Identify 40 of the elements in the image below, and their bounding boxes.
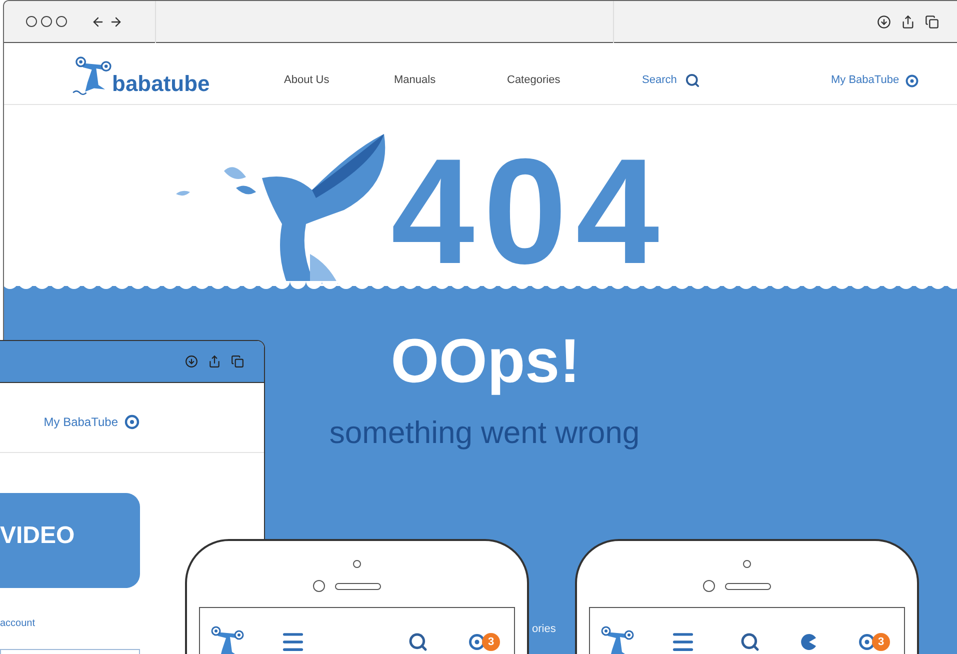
phone-sensor: [743, 560, 751, 568]
nav-link[interactable]: Categories: [507, 58, 642, 89]
phone-sensor: [353, 560, 361, 568]
video-button[interactable]: VIDEO: [0, 493, 140, 588]
account-link[interactable]: My BabaTube: [831, 58, 941, 89]
phone-speaker: [725, 582, 771, 590]
logo-text[interactable]: babatube: [112, 72, 210, 94]
download-icon[interactable]: [877, 14, 891, 28]
search-icon[interactable]: [684, 73, 700, 88]
nav-link[interactable]: Manuals: [394, 58, 507, 89]
back-icon[interactable]: [91, 14, 105, 28]
account-icon: [858, 633, 876, 651]
window-control[interactable]: [41, 16, 52, 27]
tabs-icon[interactable]: [925, 14, 939, 28]
share-icon[interactable]: [901, 14, 915, 28]
window-control[interactable]: [26, 16, 37, 27]
phone-camera: [703, 580, 715, 592]
search-icon[interactable]: [408, 632, 428, 652]
notification-badge: 3: [872, 633, 890, 651]
eye-icon: [124, 414, 140, 430]
account-icon: [468, 633, 486, 651]
account-link[interactable]: account: [0, 616, 36, 631]
category-link[interactable]: ories: [532, 621, 556, 638]
window-control[interactable]: [56, 16, 67, 27]
share-icon[interactable]: [208, 355, 221, 368]
forward-icon[interactable]: [109, 14, 123, 28]
pie-icon[interactable]: [800, 633, 818, 651]
download-icon[interactable]: [185, 355, 198, 368]
error-message: something went wrong: [328, 417, 640, 448]
notification-badge: 3: [482, 633, 500, 651]
error-code: 404: [391, 136, 668, 286]
oops-heading: OOps!: [390, 331, 580, 393]
tabs-icon[interactable]: [231, 355, 244, 368]
search-icon[interactable]: [740, 632, 760, 652]
search-link[interactable]: Search: [642, 58, 831, 89]
phone-camera: [313, 580, 325, 592]
nav-link[interactable]: About Us: [284, 58, 394, 89]
eye-icon: [905, 74, 920, 88]
phone-speaker: [335, 582, 381, 590]
account-link[interactable]: My BabaTube: [44, 412, 140, 430]
